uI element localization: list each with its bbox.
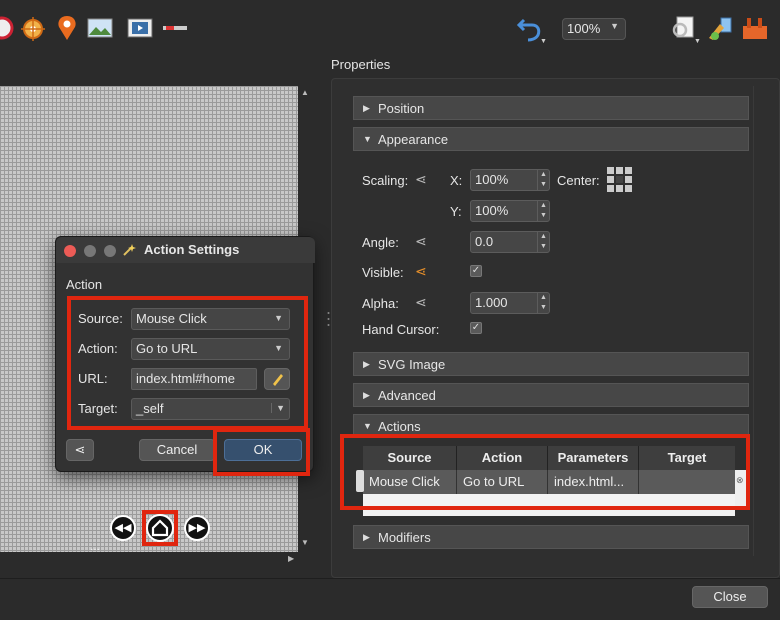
preview-document-icon[interactable]: ▼ xyxy=(670,14,701,45)
scale-y-field[interactable]: 100% ▲ ▼ xyxy=(470,200,550,222)
section-appearance[interactable]: ▼ Appearance xyxy=(353,127,749,151)
scroll-right-icon[interactable]: ▶ xyxy=(288,554,294,563)
fast-forward-button[interactable]: ▶▶ xyxy=(184,515,210,541)
stepper-icon[interactable]: ▲ ▼ xyxy=(537,201,549,221)
zoom-select[interactable]: 100% ▼ xyxy=(562,18,626,40)
scale-x-value: 100% xyxy=(475,172,509,187)
zoom-window-button[interactable] xyxy=(104,245,116,257)
angle-field[interactable]: 0.0 ▲ ▼ xyxy=(470,231,550,253)
angle-link-icon[interactable]: ⋖ xyxy=(415,233,427,250)
alpha-link-icon[interactable]: ⋖ xyxy=(415,294,427,311)
expand-triangle-icon: ▶ xyxy=(363,359,370,369)
undo-icon[interactable]: ▼ xyxy=(516,14,547,45)
compass-icon[interactable] xyxy=(0,16,16,42)
center-label: Center: xyxy=(557,173,600,188)
actions-table-highlight xyxy=(340,434,750,510)
scaling-label: Scaling: xyxy=(362,173,409,188)
expand-triangle-icon: ▶ xyxy=(363,532,370,542)
collapse-triangle-icon: ▼ xyxy=(363,421,372,431)
scale-y-value: 100% xyxy=(475,203,509,218)
footer-divider xyxy=(0,578,780,579)
properties-title: Properties xyxy=(331,57,391,72)
video-icon[interactable] xyxy=(127,16,153,42)
dialog-fields-highlight xyxy=(67,296,308,430)
stepper-icon[interactable]: ▲ ▼ xyxy=(537,232,549,252)
visible-link-icon[interactable]: ⋖ xyxy=(415,263,427,280)
zoom-value: 100% xyxy=(567,21,601,36)
expand-triangle-icon: ▶ xyxy=(363,390,370,400)
scroll-down-icon[interactable]: ▼ xyxy=(301,538,309,547)
stepper-icon[interactable]: ▲ ▼ xyxy=(537,293,549,313)
crosshair-target-icon[interactable] xyxy=(20,16,46,42)
visible-checkbox[interactable]: ✓ xyxy=(470,265,482,277)
hand-cursor-checkbox[interactable]: ✓ xyxy=(470,322,482,334)
image-icon[interactable] xyxy=(87,16,113,42)
map-pin-icon[interactable] xyxy=(54,14,80,40)
svg-text:▼: ▼ xyxy=(540,38,546,44)
toolbar: ▼ 100% ▼ ▼ xyxy=(0,0,780,56)
section-actions-label: Actions xyxy=(378,419,421,434)
x-label: X: xyxy=(450,173,463,188)
tools-icon[interactable] xyxy=(741,14,767,40)
section-modifiers[interactable]: ▶ Modifiers xyxy=(353,525,749,549)
publish-icon[interactable] xyxy=(706,14,732,40)
link-icon: ⋖ xyxy=(74,442,86,457)
minimize-window-button[interactable] xyxy=(84,245,96,257)
stepper-icon[interactable]: ▲ ▼ xyxy=(537,170,549,190)
action-wand-icon xyxy=(123,244,136,256)
ok-button-highlight xyxy=(213,428,310,476)
section-position[interactable]: ▶ Position xyxy=(353,96,749,120)
section-svg-image-label: SVG Image xyxy=(378,357,446,372)
panel-splitter[interactable] xyxy=(327,310,330,328)
link-action-button[interactable]: ⋖ xyxy=(66,439,94,461)
visible-label: Visible: xyxy=(362,265,404,280)
angle-label: Angle: xyxy=(362,235,399,250)
section-position-label: Position xyxy=(378,101,425,116)
section-appearance-label: Appearance xyxy=(378,132,449,147)
action-group-label: Action xyxy=(66,277,103,292)
alpha-label: Alpha: xyxy=(362,296,399,311)
grid-icon xyxy=(607,167,632,192)
home-button-highlight xyxy=(142,510,178,546)
canvas-horizontal-scrollbar[interactable]: ▶ xyxy=(0,552,298,566)
rewind-button[interactable]: ◀◀ xyxy=(110,515,136,541)
section-advanced[interactable]: ▶ Advanced xyxy=(353,383,749,407)
alpha-value: 1.000 xyxy=(475,295,508,310)
svg-text:▼: ▼ xyxy=(694,38,700,44)
section-advanced-label: Advanced xyxy=(378,388,436,403)
scale-x-field[interactable]: 100% ▲ ▼ xyxy=(470,169,550,191)
angle-value: 0.0 xyxy=(475,234,494,249)
collapse-triangle-icon: ▼ xyxy=(363,134,372,144)
canvas-caption: … xyxy=(90,542,100,552)
cancel-button[interactable]: Cancel xyxy=(139,439,215,461)
expand-triangle-icon: ▶ xyxy=(363,103,370,113)
chevron-down-icon: ▼ xyxy=(610,21,619,31)
center-grid-picker[interactable] xyxy=(607,167,632,192)
properties-scrollbar[interactable] xyxy=(753,86,765,556)
hand-cursor-label: Hand Cursor: xyxy=(362,322,440,337)
section-svg-image[interactable]: ▶ SVG Image xyxy=(353,352,749,376)
close-window-button[interactable] xyxy=(64,245,76,257)
scroll-up-icon[interactable]: ▲ xyxy=(301,88,309,97)
section-modifiers-label: Modifiers xyxy=(378,530,431,545)
dialog-title-bar: Action Settings xyxy=(56,237,315,263)
alpha-field[interactable]: 1.000 ▲ ▼ xyxy=(470,292,550,314)
dialog-title: Action Settings xyxy=(144,242,240,257)
y-label: Y: xyxy=(450,204,462,219)
close-button[interactable]: Close xyxy=(692,586,768,608)
scaling-link-icon[interactable]: ⋖ xyxy=(415,171,427,188)
slider-icon[interactable] xyxy=(162,16,188,42)
